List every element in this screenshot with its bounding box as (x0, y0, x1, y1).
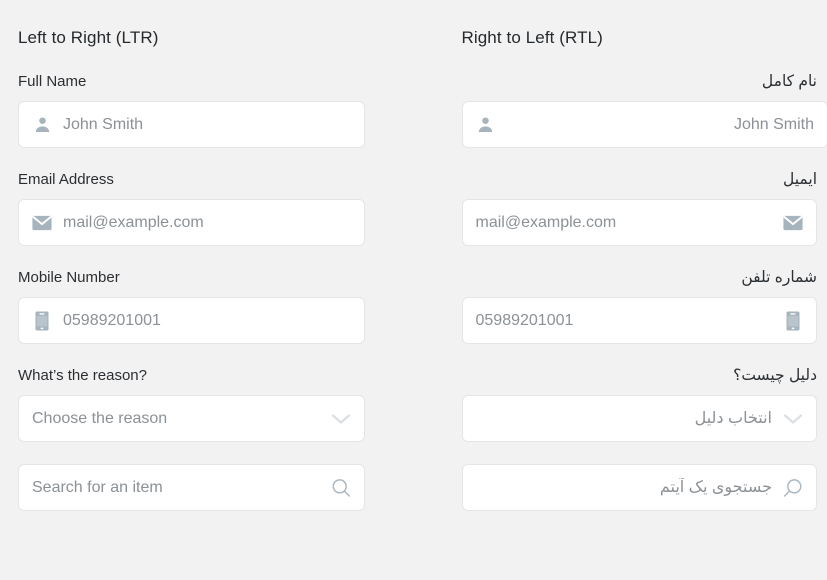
envelope-icon (32, 213, 52, 233)
rtl-label-email-address: ایمیل (783, 171, 817, 188)
ltr-select-reason[interactable]: Choose the reason (18, 395, 365, 442)
ltr-field-mobile-number: Mobile Number 05989201001 (18, 268, 365, 344)
ltr-label-email-address: Email Address (18, 171, 114, 188)
rtl-label-full-name: نام کامل (761, 73, 817, 90)
ltr-input-mobile-number[interactable]: 05989201001 (18, 297, 365, 344)
page-root: Left to Right (LTR) Full Name John Smith (0, 0, 827, 580)
ltr-placeholder-mobile-number: 05989201001 (63, 311, 161, 329)
ltr-label-mobile-number: Mobile Number (18, 269, 120, 286)
ltr-label-reason-select: What’s the reason? (18, 367, 147, 384)
mobile-icon (32, 311, 52, 331)
rtl-select-reason[interactable]: انتخاب دلیل (461, 395, 817, 442)
ltr-field-item-search: Search for an item (18, 464, 365, 511)
rtl-input-item-search[interactable]: جستجوی یک آیتم (461, 464, 817, 511)
rtl-column: Right to Left (RTL) نام کامل John Smith (414, 0, 827, 580)
ltr-field-reason-select: What’s the reason? Choose the reason (18, 366, 365, 442)
rtl-field-email-address: ایمیل mail@example.com (461, 170, 817, 246)
ltr-input-email-address[interactable]: mail@example.com (18, 199, 365, 246)
rtl-input-full-name[interactable]: John Smith (461, 101, 827, 148)
ltr-placeholder-reason-select: Choose the reason (32, 409, 168, 427)
envelope-icon (783, 213, 803, 233)
chevron-down-icon[interactable] (783, 409, 803, 429)
rtl-field-item-search: جستجوی یک آیتم (461, 464, 817, 511)
person-icon (32, 115, 52, 135)
ltr-field-email-address: Email Address mail@example.com (18, 170, 365, 246)
ltr-placeholder-full-name: John Smith (63, 115, 144, 133)
ltr-column: Left to Right (LTR) Full Name John Smith (0, 0, 414, 580)
rtl-placeholder-full-name: John Smith (733, 115, 814, 133)
rtl-label-reason-select: دلیل چیست؟ (733, 367, 817, 384)
rtl-input-email-address[interactable]: mail@example.com (461, 199, 817, 246)
ltr-label-full-name: Full Name (18, 73, 87, 90)
ltr-section-title: Left to Right (LTR) (18, 28, 159, 47)
rtl-placeholder-mobile-number: 05989201001 (475, 311, 574, 329)
rtl-placeholder-email-address: mail@example.com (475, 213, 617, 231)
mobile-icon (783, 311, 803, 331)
search-icon[interactable] (331, 478, 351, 498)
chevron-down-icon[interactable] (331, 409, 351, 429)
search-icon[interactable] (783, 478, 803, 498)
rtl-field-mobile-number: شماره تلفن 05989201001 (461, 268, 817, 344)
ltr-placeholder-item-search: Search for an item (32, 478, 163, 496)
person-icon (476, 115, 496, 135)
ltr-input-full-name[interactable]: John Smith (18, 101, 365, 148)
rtl-section-title: Right to Left (RTL) (461, 28, 603, 47)
columns-wrapper: Left to Right (LTR) Full Name John Smith (0, 0, 827, 580)
rtl-input-mobile-number[interactable]: 05989201001 (461, 297, 817, 344)
ltr-placeholder-email-address: mail@example.com (63, 213, 204, 231)
rtl-label-mobile-number: شماره تلفن (741, 269, 817, 286)
rtl-field-reason-select: دلیل چیست؟ انتخاب دلیل (461, 366, 817, 442)
rtl-placeholder-item-search: جستجوی یک آیتم (659, 478, 772, 496)
ltr-input-item-search[interactable]: Search for an item (18, 464, 365, 511)
rtl-field-full-name: نام کامل John Smith (461, 72, 827, 148)
ltr-field-full-name: Full Name John Smith (18, 72, 365, 148)
rtl-placeholder-reason-select: انتخاب دلیل (694, 409, 772, 427)
